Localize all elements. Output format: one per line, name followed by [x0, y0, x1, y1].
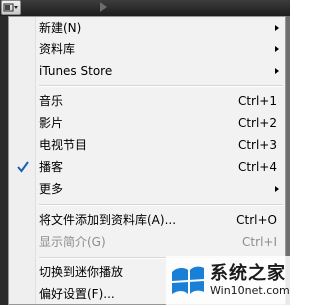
menu-item-shortcut: Ctrl+3: [237, 138, 277, 152]
submenu-arrow-icon: [275, 46, 279, 52]
menu-item-shortcut: Ctrl+I: [242, 235, 277, 249]
menu-item-shortcut: Ctrl+O: [236, 213, 277, 227]
menu-item-more[interactable]: 更多: [9, 179, 285, 199]
menu-item-library[interactable]: 资料库: [9, 39, 285, 59]
menu-item-label: 资料库: [39, 42, 76, 56]
menu-item-itunes-store[interactable]: iTunes Store: [9, 61, 285, 81]
menu-item-label: 电视节目: [39, 138, 88, 152]
itunes-menu-icon: [3, 3, 18, 12]
menu-item-label: iTunes Store: [39, 64, 113, 78]
menu-separator: [39, 85, 283, 87]
menu-item-movies[interactable]: 影片 Ctrl+2: [9, 113, 285, 133]
submenu-arrow-icon: [275, 186, 279, 192]
watermark-title: 系统之家: [210, 263, 286, 284]
watermark: 系统之家 Win10net.com: [166, 256, 290, 305]
menu-item-music[interactable]: 音乐 Ctrl+1: [9, 91, 285, 111]
menu-item-shortcut: Ctrl+4: [237, 160, 277, 174]
menu-item-shortcut: Ctrl+2: [237, 116, 277, 130]
watermark-url: Win10net.com: [210, 284, 290, 297]
menu-item-new[interactable]: 新建(N): [9, 18, 285, 38]
menu-item-label: 音乐: [39, 94, 64, 108]
menu-item-label: 显示简介(G): [39, 235, 106, 249]
menu-item-shortcut: Ctrl+1: [237, 94, 277, 108]
menu-item-label: 偏好设置(F)...: [39, 287, 115, 301]
windows-logo-icon: [172, 266, 204, 294]
itunes-menu-button[interactable]: [1, 0, 21, 15]
menu-item-tv-shows[interactable]: 电视节目 Ctrl+3: [9, 135, 285, 155]
menu-item-podcasts[interactable]: 播客 Ctrl+4: [9, 157, 285, 177]
menu-separator: [39, 204, 283, 206]
menu-item-label: 播客: [39, 160, 64, 174]
menu-item-label: 切换到迷你播放: [39, 265, 124, 279]
menu-item-label: 影片: [39, 116, 64, 130]
window-background: [0, 16, 8, 305]
menu-item-get-info: 显示简介(G) Ctrl+I: [9, 232, 285, 252]
menu-item-label: 新建(N): [39, 21, 82, 35]
toolbar: [0, 0, 290, 16]
submenu-arrow-icon: [275, 68, 279, 74]
checkmark-icon: [17, 161, 29, 173]
menu-item-label: 将文件添加到资料库(A)...: [39, 213, 177, 227]
itunes-window: 新建(N) 资料库 iTunes Store 音乐 Ctrl+1 影片 Ctrl…: [0, 0, 290, 305]
menu-item-add-file-to-library[interactable]: 将文件添加到资料库(A)... Ctrl+O: [9, 210, 285, 230]
submenu-arrow-icon: [275, 25, 279, 31]
menu-item-label: 更多: [39, 182, 64, 196]
play-icon[interactable]: [100, 2, 107, 12]
